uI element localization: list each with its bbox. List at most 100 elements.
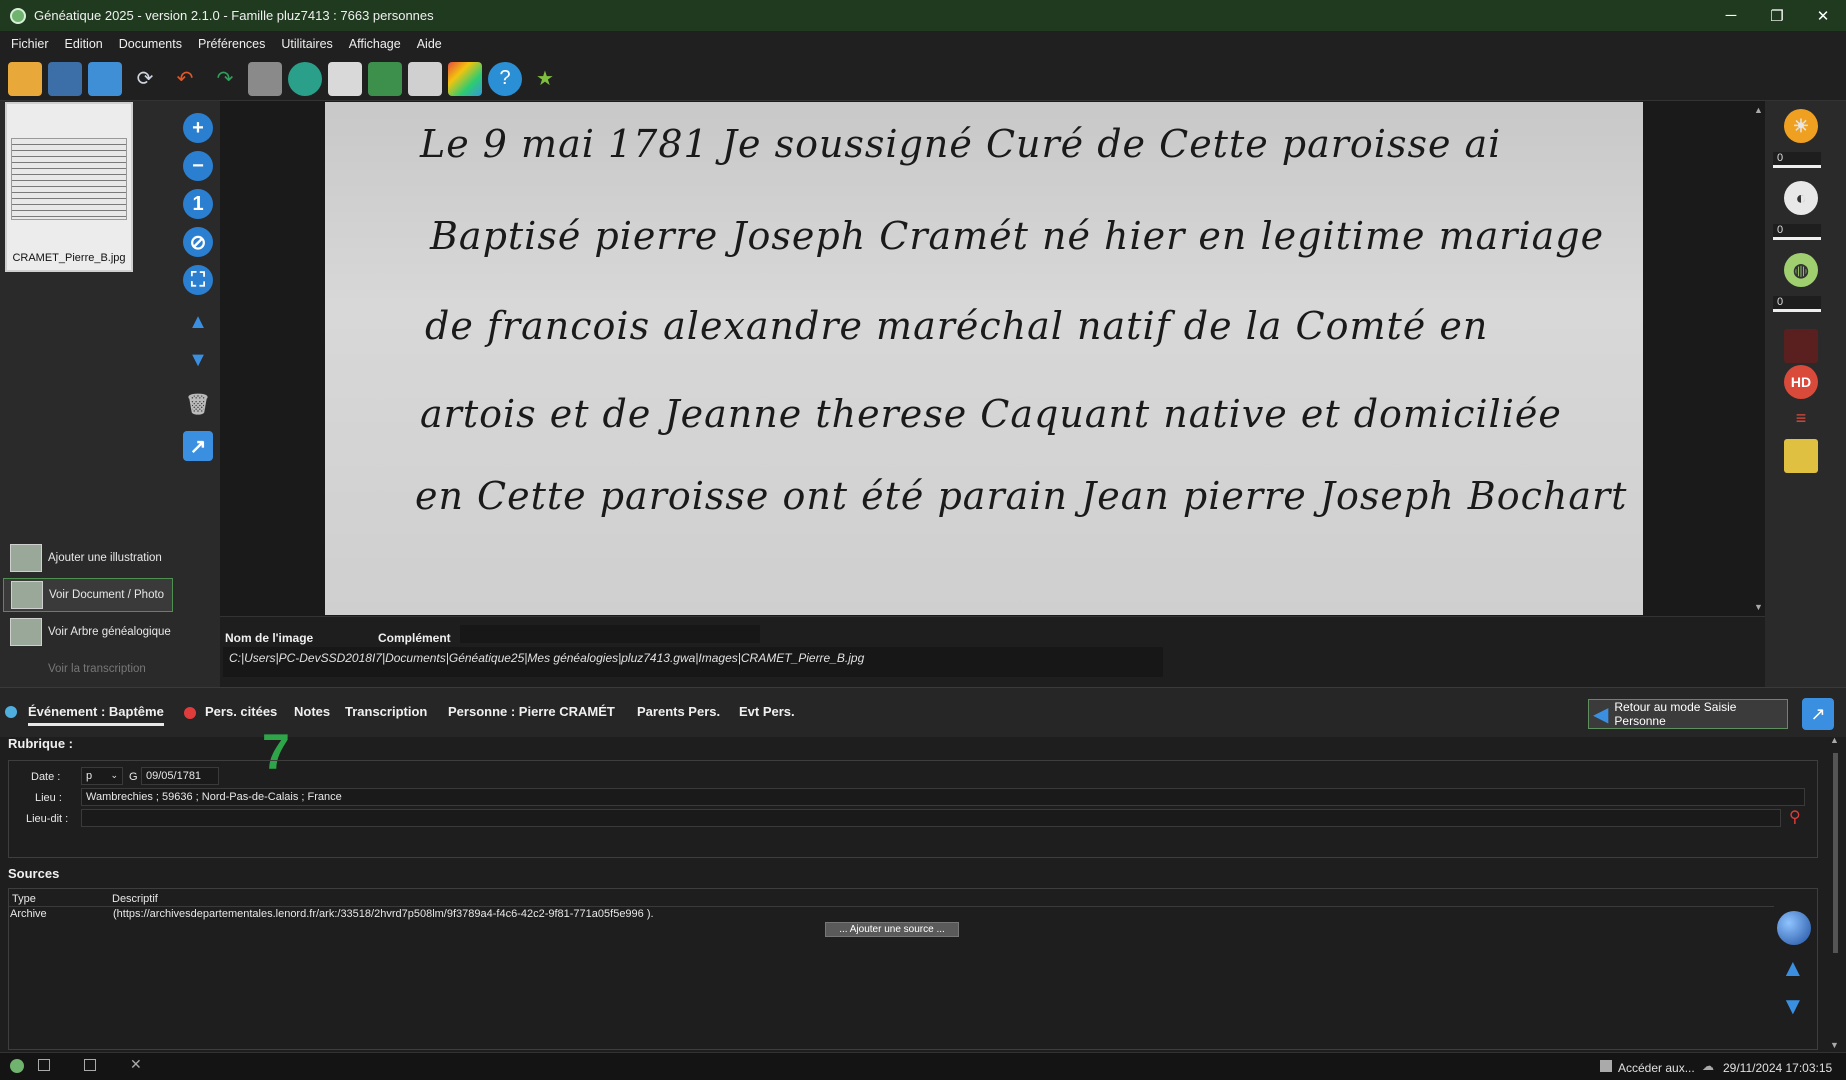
keyboard-icon[interactable] — [248, 61, 282, 96]
image-path: C:|Users|PC-DevSSD2018I7|Documents|Généa… — [223, 647, 1163, 677]
menu-utilitaires[interactable]: Utilitaires — [273, 37, 340, 51]
col-descriptif-header: Descriptif — [112, 893, 158, 905]
left-panel: CRAMET_Pierre_B.jpg Ajouter une illustra… — [0, 101, 176, 687]
document-line: Baptisé pierre Joseph Cramét né hier en … — [430, 214, 1605, 258]
date-prefix-select[interactable]: p ⌄ — [81, 767, 123, 785]
document-line: en Cette paroisse ont été parain Jean pi… — [415, 474, 1628, 518]
map-pin-icon[interactable]: ⚲ — [1789, 807, 1801, 827]
redo-icon[interactable]: ↷ — [208, 62, 242, 96]
view-tree-button[interactable]: Voir Arbre généalogique — [3, 615, 173, 649]
restore-button[interactable]: ❐ — [1754, 0, 1800, 31]
menu-documents[interactable]: Documents — [111, 37, 190, 51]
view-tree-label: Voir Arbre généalogique — [48, 626, 171, 638]
layout-icon[interactable] — [408, 61, 442, 96]
menu-fichier[interactable]: Fichier — [3, 37, 57, 51]
globe-icon[interactable] — [1777, 911, 1811, 945]
document-line: Le 9 mai 1781 Je soussigné Curé de Cette… — [420, 122, 1502, 166]
move-up-icon[interactable]: ▲ — [1781, 955, 1805, 983]
zoom-reset-icon[interactable]: ⊘ — [183, 227, 213, 257]
rubrique-box: Date : p ⌄ G 09/05/1781 Lieu : Wambrechi… — [8, 760, 1818, 858]
add-illustration-button[interactable]: Ajouter une illustration — [3, 541, 173, 575]
open-external-icon[interactable]: ↗ — [1802, 698, 1834, 730]
restore-panel-icon[interactable] — [38, 1059, 50, 1071]
tab-evt-pers[interactable]: Evt Pers. — [739, 704, 795, 719]
tab-evenement[interactable]: Événement : Baptême — [28, 704, 164, 726]
image-name-label: Nom de l'image — [225, 631, 314, 645]
open-folder-icon[interactable] — [8, 61, 42, 96]
contrast-icon[interactable]: ◐ — [1784, 181, 1818, 215]
sync-icon[interactable]: ⟳ — [128, 62, 162, 96]
document-icon[interactable] — [328, 61, 362, 96]
undo-icon[interactable]: ↶ — [168, 62, 202, 96]
brightness-spinner[interactable]: 0 — [1773, 152, 1821, 168]
menu-aide[interactable]: Aide — [409, 37, 450, 51]
image-thumbnail[interactable]: CRAMET_Pierre_B.jpg — [5, 102, 133, 272]
fit-screen-icon[interactable]: ⛶ — [183, 265, 213, 295]
trash-icon[interactable]: 🗑 — [183, 389, 213, 419]
acceder-link[interactable]: Accéder aux... — [1618, 1061, 1695, 1075]
move-up-icon[interactable]: ▲ — [183, 307, 213, 337]
view-document-label: Voir Document / Photo — [49, 589, 165, 601]
tools-icon[interactable] — [288, 61, 322, 96]
app-status-icon[interactable] — [10, 1059, 24, 1073]
view-transcription-label: Voir la transcription — [48, 663, 146, 675]
help-icon[interactable]: ? — [488, 61, 522, 96]
source-type: Archive — [10, 908, 47, 920]
actual-size-icon[interactable]: 1 — [183, 189, 213, 219]
grid-icon[interactable] — [448, 61, 482, 96]
image-map-icon[interactable] — [1784, 439, 1818, 473]
add-source-button[interactable]: ... Ajouter une source ... — [825, 922, 959, 937]
form-scrollbar[interactable]: ▲ ▼ — [1830, 735, 1842, 1050]
move-down-icon[interactable]: ▼ — [183, 345, 213, 375]
lieudit-field[interactable] — [81, 809, 1781, 827]
menu-affichage[interactable]: Affichage — [341, 37, 409, 51]
briefcase-icon[interactable] — [368, 61, 402, 96]
viewer-scrollbar[interactable]: ▲ ▼ — [1752, 101, 1764, 616]
document-image[interactable]: Le 9 mai 1781 Je soussigné Curé de Cette… — [325, 102, 1643, 615]
photo-icon — [11, 581, 43, 609]
zoom-in-icon[interactable]: + — [183, 113, 213, 143]
add-illustration-label: Ajouter une illustration — [48, 552, 162, 564]
image-adjust-tools: ☀ 0 ◐ 0 ◍ 0 HD ≡ — [1765, 101, 1846, 687]
filter-icon[interactable] — [1784, 329, 1818, 363]
date-field[interactable]: 09/05/1781 — [141, 767, 219, 785]
menu-edition[interactable]: Edition — [57, 37, 111, 51]
thumbnail-preview — [11, 138, 127, 220]
document-viewer[interactable]: Le 9 mai 1781 Je soussigné Curé de Cette… — [220, 101, 1765, 616]
retour-button[interactable]: ◀ Retour au mode Saisie Personne — [1588, 699, 1788, 729]
download-icon[interactable] — [88, 61, 122, 96]
complement-field[interactable] — [460, 625, 760, 643]
complement-label: Complément — [378, 631, 451, 645]
lines-icon[interactable]: ≡ — [1784, 401, 1818, 435]
cloud-icon: ☁ — [1702, 1059, 1714, 1073]
zoom-out-icon[interactable]: − — [183, 151, 213, 181]
tree-icon — [10, 618, 42, 646]
brightness-icon[interactable]: ☀ — [1784, 109, 1818, 143]
saturation-icon[interactable]: ◍ — [1784, 253, 1818, 287]
tab-personne[interactable]: Personne : Pierre CRAMÉT — [448, 704, 615, 719]
save-icon[interactable] — [48, 61, 82, 96]
event-status-icon — [5, 706, 17, 718]
tab-notes[interactable]: Notes — [294, 704, 330, 719]
maximize-panel-icon[interactable] — [84, 1059, 96, 1071]
tab-pers-citees[interactable]: Pers. citées — [205, 704, 277, 719]
minimize-button[interactable]: ─ — [1708, 0, 1754, 31]
open-external-icon[interactable]: ↗ — [183, 431, 213, 461]
saturation-spinner[interactable]: 0 — [1773, 296, 1821, 312]
tab-transcription[interactable]: Transcription — [345, 704, 427, 719]
hd-icon[interactable]: HD — [1784, 365, 1818, 399]
move-down-icon[interactable]: ▼ — [1781, 993, 1805, 1021]
close-panel-icon[interactable]: ✕ — [130, 1056, 142, 1073]
contrast-spinner[interactable]: 0 — [1773, 224, 1821, 240]
date-prefix-value: p — [86, 770, 93, 782]
tree-star-icon[interactable]: ★ — [528, 62, 562, 96]
main-toolbar: ⟳ ↶ ↷ ? ★ — [0, 57, 1846, 101]
view-document-button[interactable]: Voir Document / Photo — [3, 578, 173, 612]
view-transcription-button[interactable]: Voir la transcription — [3, 652, 173, 686]
menu-preferences[interactable]: Préférences — [190, 37, 273, 51]
close-button[interactable]: ✕ — [1800, 0, 1846, 31]
pers-citees-icon — [184, 707, 196, 719]
lieu-field[interactable]: Wambrechies ; 59636 ; Nord-Pas-de-Calais… — [81, 788, 1805, 806]
viewer-tools: + − 1 ⊘ ⛶ ▲ ▼ 🗑 ↗ — [176, 101, 220, 687]
tab-parents[interactable]: Parents Pers. — [637, 704, 720, 719]
